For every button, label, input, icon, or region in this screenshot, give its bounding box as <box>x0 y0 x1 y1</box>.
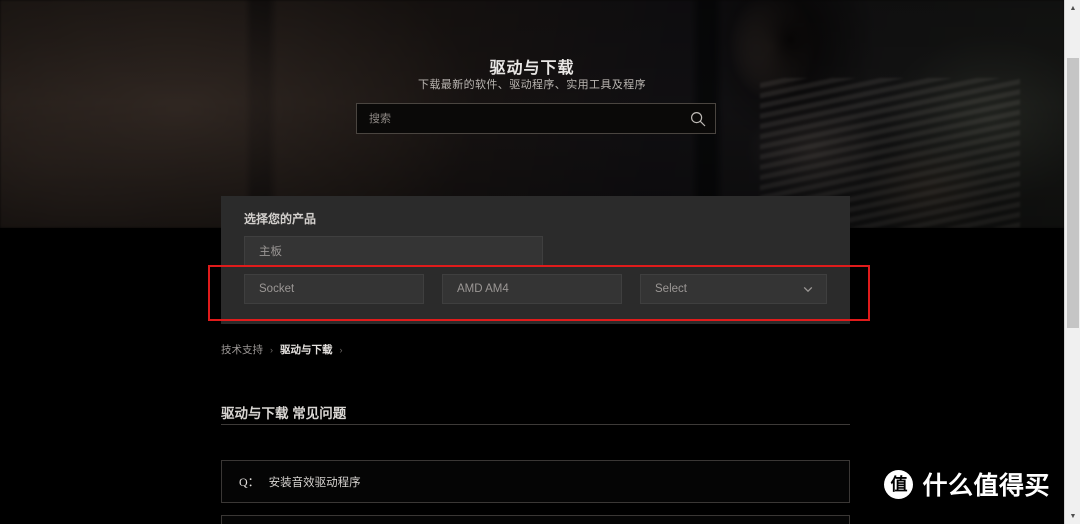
product-type-field[interactable]: 主板 <box>244 236 543 266</box>
socket-value: Socket <box>259 283 295 295</box>
scrollbar-thumb[interactable] <box>1067 58 1079 328</box>
chipset-value: AMD AM4 <box>457 283 509 295</box>
faq-item[interactable]: Q： 安装音效驱动程序 <box>221 460 850 503</box>
scroll-up-arrow-icon[interactable]: ▲ <box>1065 0 1080 16</box>
page-subtitle: 下载最新的软件、驱动程序、实用工具及程序 <box>418 79 646 91</box>
breadcrumb: 技术支持 › 驱动与下载 › <box>221 342 343 357</box>
chevron-down-icon[interactable] <box>801 282 815 296</box>
faq-divider <box>221 424 850 425</box>
chipset-field[interactable]: AMD AM4 <box>442 274 622 304</box>
search-icon[interactable] <box>681 104 715 133</box>
search-box[interactable] <box>356 103 716 134</box>
hero-banner: 驱动与下载 下载最新的软件、驱动程序、实用工具及程序 <box>0 0 1064 228</box>
breadcrumb-item-support[interactable]: 技术支持 <box>221 342 263 357</box>
faq-question-marker: Q： <box>239 475 260 489</box>
watermark-text: 什么值得买 <box>922 472 1050 500</box>
product-selector-panel: 选择您的产品 主板 Socket AMD AM4 Select <box>221 196 850 324</box>
socket-field[interactable]: Socket <box>244 274 424 304</box>
page-root: 驱动与下载 下载最新的软件、驱动程序、实用工具及程序 选择您的产品 主板 Soc… <box>0 0 1080 524</box>
model-dropdown[interactable]: Select <box>640 274 827 304</box>
faq-item[interactable]: Q： <box>221 515 850 524</box>
product-type-value: 主板 <box>259 246 282 258</box>
search-input[interactable] <box>357 104 681 133</box>
breadcrumb-item-drivers[interactable]: 驱动与下载 <box>280 342 333 357</box>
breadcrumb-separator-icon: › <box>270 344 273 355</box>
faq-question-text: 安装音效驱动程序 <box>268 476 361 489</box>
product-selector-title: 选择您的产品 <box>244 212 317 226</box>
breadcrumb-separator-icon-2: › <box>339 344 343 355</box>
model-dropdown-value: Select <box>655 283 687 295</box>
vertical-scrollbar[interactable]: ▲ ▼ <box>1064 0 1080 524</box>
watermark-badge-icon: 值 <box>884 469 914 499</box>
watermark: 值 什么值得买 <box>884 466 1050 502</box>
faq-heading: 驱动与下载 常见问题 <box>221 406 347 421</box>
scroll-down-arrow-icon[interactable]: ▼ <box>1065 508 1080 524</box>
page-title: 驱动与下载 <box>489 60 575 77</box>
